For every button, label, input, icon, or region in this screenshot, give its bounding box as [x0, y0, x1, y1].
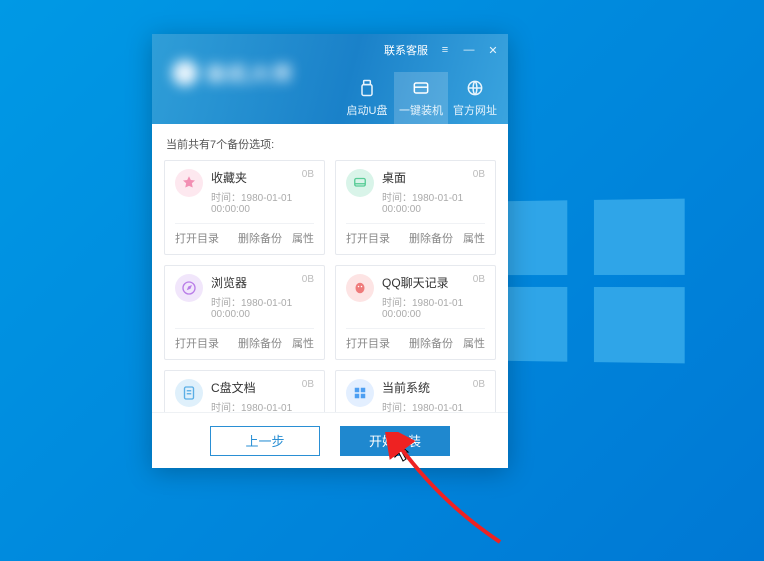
- open-dir-link[interactable]: 打开目录: [346, 230, 390, 246]
- card-time: 时间：1980-01-01 00:00:00: [211, 294, 314, 320]
- properties-link[interactable]: 属性: [292, 230, 314, 246]
- tab-label: 官方网址: [453, 102, 497, 118]
- win-icon: [346, 379, 374, 407]
- delete-backup-link[interactable]: 删除备份: [238, 230, 282, 246]
- globe-icon: [465, 78, 485, 98]
- tab-label: 一键装机: [399, 102, 443, 118]
- titlebar: 联系客服 ≡ — ✕: [384, 42, 500, 58]
- card-size: 0B: [473, 379, 485, 390]
- desktop-icon: [346, 169, 374, 197]
- summary-text: 当前共有7个备份选项:: [166, 136, 496, 152]
- card-time: 时间：1980-01-01 00:00:00: [382, 189, 485, 215]
- minimize-icon[interactable]: —: [462, 43, 476, 57]
- prev-button[interactable]: 上一步: [210, 426, 320, 456]
- card-time: 时间：1980-01-01 00:00:00: [211, 189, 314, 215]
- windows-logo-bg: [494, 199, 684, 364]
- usb-icon: [357, 78, 377, 98]
- contact-support-link[interactable]: 联系客服: [384, 42, 428, 58]
- tab-one-click-install[interactable]: 一键装机: [394, 72, 448, 124]
- open-dir-link[interactable]: 打开目录: [346, 335, 390, 351]
- properties-link[interactable]: 属性: [292, 335, 314, 351]
- card-time: 时间：1980-01-01 00:00:00: [382, 399, 485, 412]
- backup-item-card: 桌面时间：1980-01-01 00:00:00 0B 打开目录 删除备份属性: [335, 160, 496, 255]
- backup-item-card: C盘文档时间：1980-01-01 00:00:000B打开目录删除备份属性: [164, 370, 325, 412]
- properties-link[interactable]: 属性: [463, 335, 485, 351]
- card-time: 时间：1980-01-01 00:00:00: [382, 294, 485, 320]
- footer: 上一步 开始安装: [152, 412, 508, 468]
- card-size: 0B: [473, 169, 485, 180]
- star-icon: [175, 169, 203, 197]
- card-title: 桌面: [382, 169, 485, 186]
- brand-area: 装机大师: [172, 58, 294, 87]
- backup-item-card: 收藏夹时间：1980-01-01 00:00:00 0B 打开目录 删除备份属性: [164, 160, 325, 255]
- backup-item-card: 浏览器时间：1980-01-01 00:00:00 0B 打开目录 删除备份属性: [164, 265, 325, 360]
- backup-item-card: 当前系统时间：1980-01-01 00:00:000B打开目录删除备份属性: [335, 370, 496, 412]
- card-size: 0B: [302, 379, 314, 390]
- card-title: C盘文档: [211, 379, 314, 396]
- doc-icon: [175, 379, 203, 407]
- backup-items-grid: 收藏夹时间：1980-01-01 00:00:000B打开目录删除备份属性桌面时…: [164, 160, 496, 412]
- card-size: 0B: [473, 274, 485, 285]
- backup-item-card: QQ聊天记录时间：1980-01-01 00:00:00 0B 打开目录 删除备份属性: [335, 265, 496, 360]
- header: 装机大师 联系客服 ≡ — ✕ 启动U盘 一键装机 官方网址: [152, 34, 508, 124]
- start-install-button[interactable]: 开始安装: [340, 426, 450, 456]
- install-icon: [411, 78, 431, 98]
- card-size: 0B: [302, 274, 314, 285]
- delete-backup-link[interactable]: 删除备份: [238, 335, 282, 351]
- tab-boot-usb[interactable]: 启动U盘: [340, 72, 394, 124]
- card-size: 0B: [302, 169, 314, 180]
- card-title: 收藏夹: [211, 169, 314, 186]
- card-title: 浏览器: [211, 274, 314, 291]
- properties-link[interactable]: 属性: [463, 230, 485, 246]
- tab-official-site[interactable]: 官方网址: [448, 72, 502, 124]
- card-time: 时间：1980-01-01 00:00:00: [211, 399, 314, 412]
- card-title: 当前系统: [382, 379, 485, 396]
- app-window: 装机大师 联系客服 ≡ — ✕ 启动U盘 一键装机 官方网址 当前共有7个备份选…: [152, 34, 508, 468]
- open-dir-link[interactable]: 打开目录: [175, 230, 219, 246]
- close-icon[interactable]: ✕: [486, 43, 500, 57]
- menu-icon[interactable]: ≡: [438, 43, 452, 57]
- tab-label: 启动U盘: [347, 102, 388, 118]
- qq-icon: [346, 274, 374, 302]
- card-title: QQ聊天记录: [382, 274, 485, 291]
- header-tabs: 启动U盘 一键装机 官方网址: [340, 72, 502, 124]
- delete-backup-link[interactable]: 删除备份: [409, 230, 453, 246]
- delete-backup-link[interactable]: 删除备份: [409, 335, 453, 351]
- compass-icon: [175, 274, 203, 302]
- content-area: 当前共有7个备份选项: 收藏夹时间：1980-01-01 00:00:00 0B 打…: [152, 124, 508, 412]
- open-dir-link[interactable]: 打开目录: [175, 335, 219, 351]
